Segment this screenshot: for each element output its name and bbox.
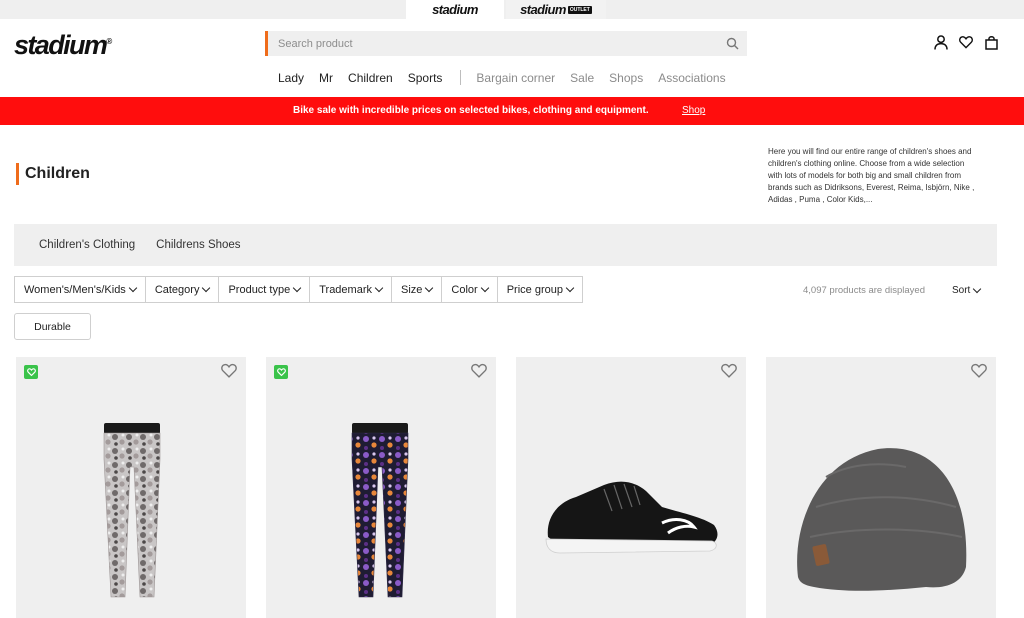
nav-item-shops[interactable]: Shops [609,71,643,85]
chevron-down-icon [202,283,211,292]
filter-bar: Women's/Men's/Kids Category Product type… [14,276,583,303]
favorite-heart-icon[interactable] [721,363,737,378]
filter-trademark-label: Trademark [319,283,372,296]
favorite-heart-icon[interactable] [471,363,487,378]
durable-tag-button[interactable]: Durable [14,313,91,340]
search-icon[interactable] [717,31,747,56]
filter-size-label: Size [401,283,423,296]
user-icon[interactable] [934,34,948,50]
filter-product-type[interactable]: Product type [218,276,311,303]
header-actions [934,34,998,50]
page-title: Children [16,163,90,185]
promo-shop-link[interactable]: Shop [682,105,705,116]
filter-gender[interactable]: Women's/Men's/Kids [14,276,146,303]
filter-color[interactable]: Color [441,276,498,303]
product-count: 4,097 products are displayed [803,285,925,296]
search-bar [265,31,747,56]
product-card[interactable] [766,357,996,618]
eco-heart-badge-icon [274,365,288,379]
filter-category[interactable]: Category [144,276,220,303]
filter-product-type-label: Product type [228,283,291,296]
chevron-down-icon [374,283,384,292]
filter-gender-label: Women's/Men's/Kids [24,283,126,296]
outlet-badge: OUTLET [567,5,592,14]
wishlist-heart-icon[interactable] [959,34,973,50]
chevron-down-icon [480,283,489,292]
brand-switch-bar: stadium stadium OUTLET [0,0,1024,19]
sort-label: Sort [952,285,971,296]
filter-size[interactable]: Size [391,276,443,303]
nav-item-children[interactable]: Children [348,71,393,85]
filter-price-group-label: Price group [506,283,563,296]
shopping-bag-icon[interactable] [984,34,998,50]
nav-item-sale[interactable]: Sale [570,71,594,85]
product-card[interactable] [266,357,496,618]
filter-color-label: Color [451,283,478,296]
promo-banner: Bike sale with incredible prices on sele… [0,97,1024,125]
eco-heart-badge-icon [24,365,38,379]
main-navigation: Lady Mr Children Sports Bargain corner S… [278,70,741,85]
site-logo[interactable]: stadium® [14,30,112,61]
product-card[interactable] [516,357,746,618]
nav-divider [460,70,462,85]
chevron-down-icon [565,283,575,292]
site-logo-text: stadium [14,30,108,60]
brand-tab-stadium-label: stadium [432,2,478,17]
subcategory-childrens-clothing[interactable]: Children's Clothing [39,239,135,251]
favorite-heart-icon[interactable] [221,363,237,378]
product-image-black-sneaker [545,481,718,554]
subcategory-childrens-shoes[interactable]: Childrens Shoes [156,239,240,251]
sort-dropdown[interactable]: Sort [952,284,982,296]
chevron-down-icon [128,283,138,292]
brand-tab-outlet-label: stadium [520,2,566,17]
nav-item-mr[interactable]: Mr [319,71,333,85]
favorite-heart-icon[interactable] [971,363,987,378]
nav-item-sports[interactable]: Sports [408,71,443,85]
promo-message: Bike sale with incredible prices on sele… [293,105,649,116]
nav-item-bargain-corner[interactable]: Bargain corner [476,71,555,85]
brand-tab-stadium[interactable]: stadium [406,0,504,19]
filter-category-label: Category [154,283,200,296]
product-image-purple-leggings [351,423,409,598]
durable-tag-label: Durable [34,320,71,333]
category-intro-text: Here you will find our entire range of c… [768,147,975,204]
search-input[interactable] [268,31,717,56]
nav-item-associations[interactable]: Associations [658,71,725,85]
chevron-down-icon [425,283,434,292]
product-image-grey-beanie [797,448,967,591]
chevron-down-icon [292,283,302,292]
product-card[interactable] [16,357,246,618]
filter-trademark[interactable]: Trademark [309,276,392,303]
chevron-down-icon [973,284,982,293]
nav-item-lady[interactable]: Lady [278,71,304,85]
product-image-grey-leggings [103,423,161,598]
subcategory-bar: Children's Clothing Childrens Shoes [14,224,997,266]
brand-tab-outlet[interactable]: stadium OUTLET [506,0,606,19]
filter-price-group[interactable]: Price group [496,276,583,303]
